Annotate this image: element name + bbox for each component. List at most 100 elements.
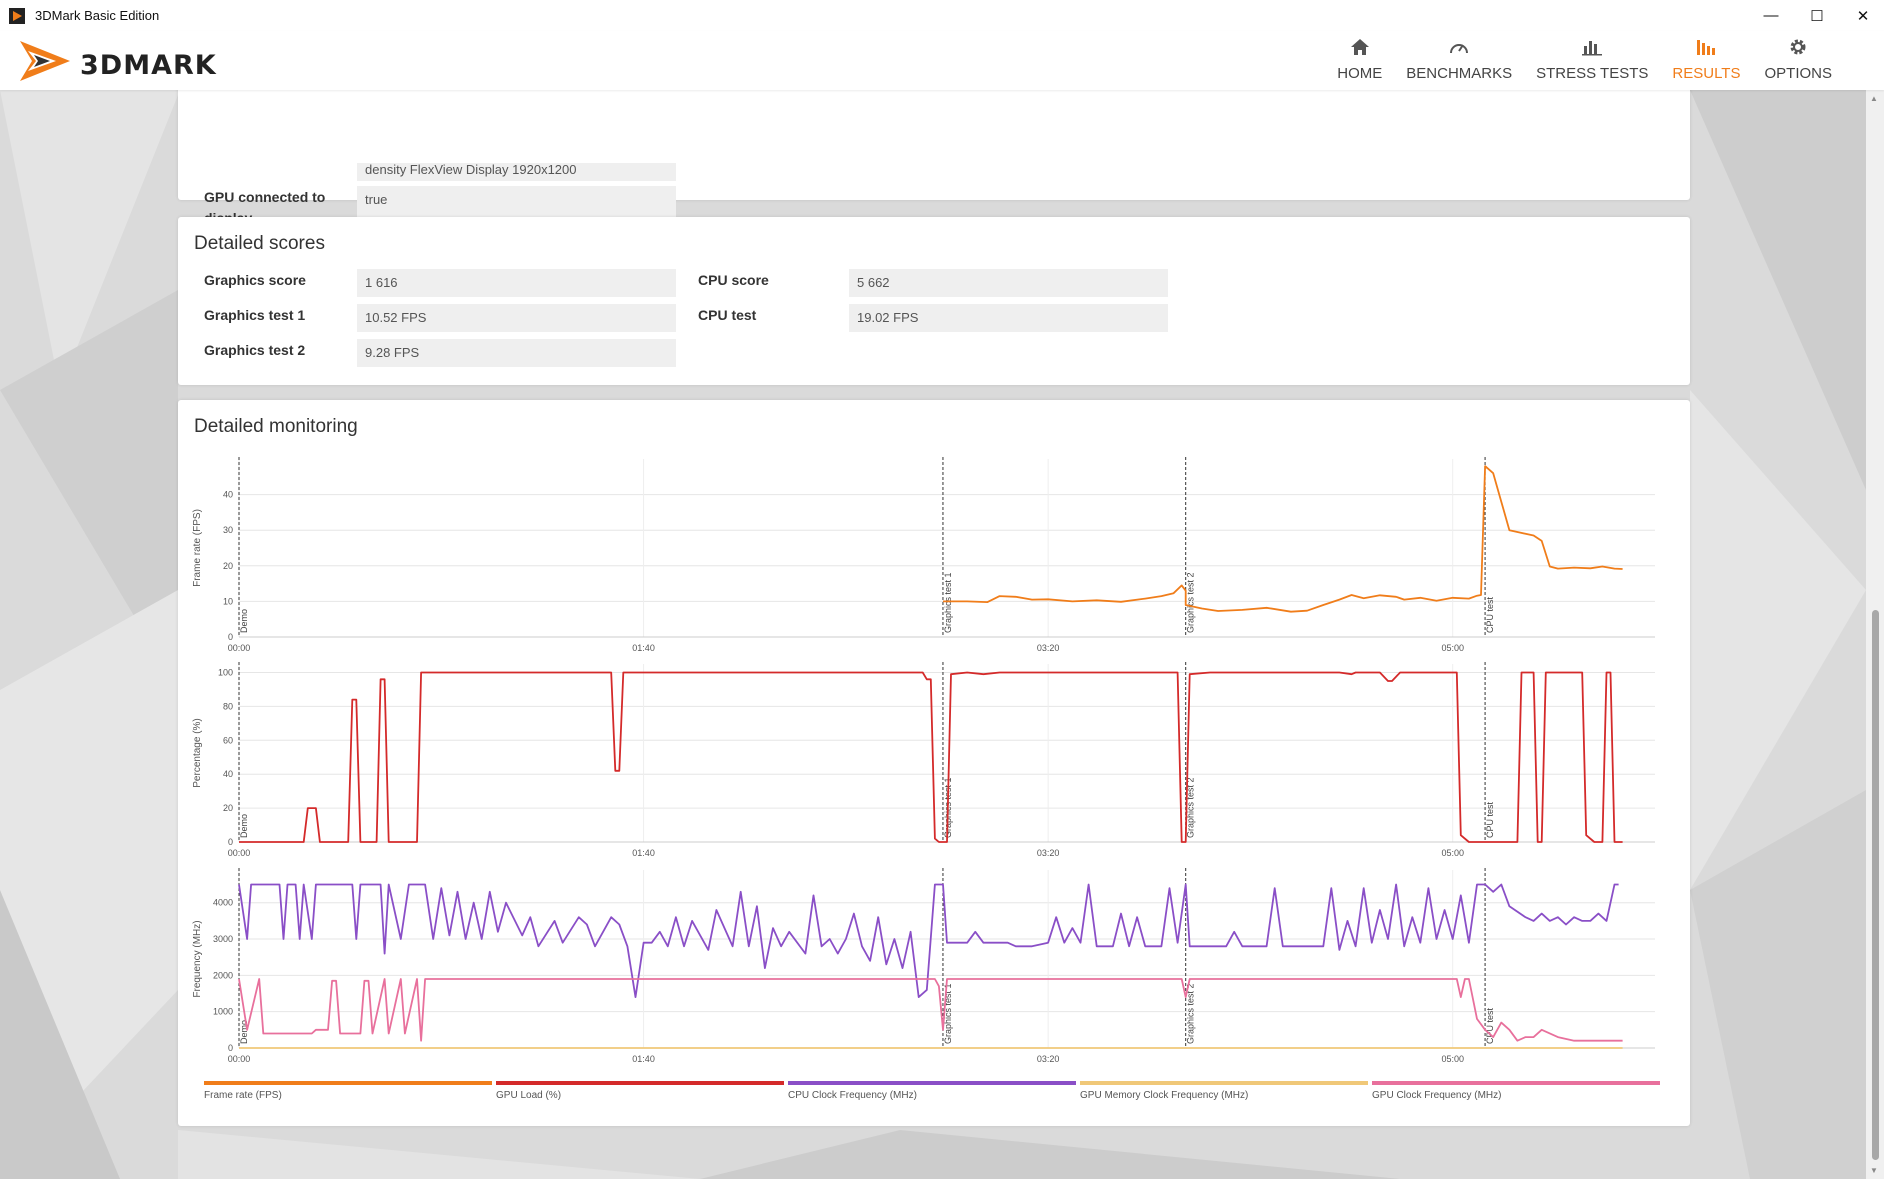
app-logo[interactable]: 3DMARK (18, 37, 228, 87)
series-line (238, 978, 1623, 1042)
legend-label: GPU Load (%) (496, 1090, 562, 1101)
x-tick-label: 03:20 (1037, 1054, 1060, 1064)
speedometer-icon (1450, 44, 1469, 54)
nav-results[interactable]: RESULTS (1660, 31, 1752, 90)
x-tick-label: 00:00 (228, 848, 251, 858)
test-marker-label: Demo (239, 814, 249, 838)
scroll-up-icon[interactable]: ▲ (1870, 94, 1878, 103)
results-scroll-area[interactable]: density FlexView Display 1920x1200 GPU c… (0, 90, 1866, 1179)
x-tick-label: 03:20 (1037, 848, 1060, 858)
cpu-test-value: 19.02 FPS (849, 304, 1168, 332)
scroll-down-icon[interactable]: ▼ (1870, 1166, 1878, 1175)
nav-stress-tests-label: STRESS TESTS (1536, 65, 1649, 82)
main-nav: HOME BENCHMARKS STRESS TESTS RESULTS OPT… (1325, 31, 1844, 90)
y-tick-label: 0 (228, 837, 233, 847)
series-line (239, 671, 1623, 843)
results-icon (1697, 40, 1716, 55)
legend-item[interactable]: GPU Memory Clock Frequency (MHz) (1080, 1081, 1368, 1101)
nav-options[interactable]: OPTIONS (1752, 31, 1844, 90)
legend-item[interactable]: GPU Clock Frequency (MHz) (1372, 1081, 1660, 1101)
legend-swatch (204, 1081, 492, 1085)
y-tick-label: 30 (223, 525, 233, 535)
vertical-scrollbar[interactable]: ▲ ▼ (1866, 90, 1884, 1179)
y-tick-label: 40 (223, 490, 233, 500)
y-tick-label: 40 (223, 769, 233, 779)
test-marker-label: CPU test (1485, 801, 1495, 838)
close-button[interactable]: ✕ (1840, 0, 1884, 31)
legend-label: Frame rate (FPS) (204, 1090, 282, 1101)
x-tick-label: 05:00 (1441, 1054, 1464, 1064)
home-icon (1350, 39, 1369, 55)
x-tick-label: 05:00 (1441, 643, 1464, 653)
nav-home-label: HOME (1337, 65, 1383, 82)
y-tick-label: 2000 (213, 970, 233, 980)
nav-stress-tests[interactable]: STRESS TESTS (1524, 31, 1660, 90)
app-icon (9, 7, 25, 24)
detailed-scores-panel: Detailed scores Graphics score 1 616 Gra… (178, 217, 1690, 385)
test-marker-label: Graphics test 1 (943, 572, 953, 633)
logo-mark-icon (20, 41, 70, 81)
monitoring-charts: 0 10 20 30 40 00:00 01:40 03:20 05:00 Frame rate … (192, 457, 1655, 1064)
legend-item[interactable]: CPU Clock Frequency (MHz) (788, 1081, 1076, 1101)
graphics-test-2-value: 9.28 FPS (357, 339, 676, 367)
y-tick-label: 0 (228, 1043, 233, 1053)
test-marker-label: Demo (239, 609, 249, 633)
y-tick-label: 20 (223, 561, 233, 571)
y-tick-label: 1000 (213, 1007, 233, 1017)
system-info-panel: density FlexView Display 1920x1200 GPU c… (178, 90, 1690, 236)
y-axis-label: Frame rate (FPS) (192, 509, 203, 587)
test-marker-label: CPU test (1485, 596, 1495, 633)
nav-results-label: RESULTS (1672, 65, 1741, 82)
logo-text: 3DMARK (80, 50, 217, 81)
bar-chart-icon (1582, 41, 1603, 56)
x-tick-label: 00:00 (228, 1054, 251, 1064)
y-tick-label: 3000 (213, 934, 233, 944)
legend-swatch (1372, 1081, 1660, 1085)
series-line (238, 883, 1619, 998)
x-tick-label: 01:40 (632, 848, 655, 858)
x-tick-label: 00:00 (228, 643, 251, 653)
cpu-test-label: CPU test (698, 307, 757, 323)
series-line (943, 465, 1623, 613)
legend-swatch (496, 1081, 784, 1085)
minimize-button[interactable]: — (1748, 0, 1794, 31)
legend-item[interactable]: Frame rate (FPS) (204, 1081, 492, 1101)
nav-home[interactable]: HOME (1325, 31, 1394, 90)
test-marker-label: CPU test (1485, 1007, 1495, 1044)
maximize-button[interactable]: ☐ (1794, 0, 1840, 31)
test-marker-label: Demo (239, 1020, 249, 1044)
legend-swatch (1080, 1081, 1368, 1085)
x-tick-label: 01:40 (632, 1054, 655, 1064)
y-tick-label: 20 (223, 803, 233, 813)
x-tick-label: 03:20 (1037, 643, 1060, 653)
window-title: 3DMark Basic Edition (35, 8, 160, 23)
cpu-score-label: CPU score (698, 272, 769, 288)
y-tick-label: 80 (223, 701, 233, 711)
graphics-test-1-value: 10.52 FPS (357, 304, 676, 332)
graphics-test-1-label: Graphics test 1 (204, 307, 306, 323)
y-axis-label: Percentage (%) (192, 718, 203, 787)
nav-benchmarks-label: BENCHMARKS (1406, 65, 1513, 82)
legend-item[interactable]: GPU Load (%) (496, 1081, 784, 1101)
graphics-test-2-label: Graphics test 2 (204, 342, 306, 358)
y-tick-label: 100 (218, 667, 233, 677)
legend-label: CPU Clock Frequency (MHz) (788, 1090, 917, 1101)
nav-benchmarks[interactable]: BENCHMARKS (1394, 31, 1524, 90)
y-tick-label: 60 (223, 735, 233, 745)
graphics-score-value: 1 616 (357, 269, 676, 297)
y-axis-label: Frequency (MHz) (192, 920, 203, 997)
x-tick-label: 05:00 (1441, 848, 1464, 858)
y-tick-label: 0 (228, 632, 233, 642)
detailed-monitoring-panel: Detailed monitoring 0 10 20 30 40 00:00 01:40 0… (178, 400, 1690, 1126)
graphics-score-label: Graphics score (204, 272, 306, 288)
window-titlebar: 3DMark Basic Edition — ☐ ✕ (0, 0, 1884, 32)
display-value: density FlexView Display 1920x1200 (357, 163, 676, 181)
gear-icon (1790, 39, 1806, 55)
y-tick-label: 4000 (213, 898, 233, 908)
y-tick-label: 10 (223, 596, 233, 606)
nav-options-label: OPTIONS (1764, 65, 1832, 82)
app-header: 3DMARK HOME BENCHMARKS STRESS TESTS RESU… (0, 31, 1884, 90)
scrollbar-thumb[interactable] (1872, 610, 1879, 1160)
legend-swatch (788, 1081, 1076, 1085)
legend-label: GPU Clock Frequency (MHz) (1372, 1090, 1502, 1101)
